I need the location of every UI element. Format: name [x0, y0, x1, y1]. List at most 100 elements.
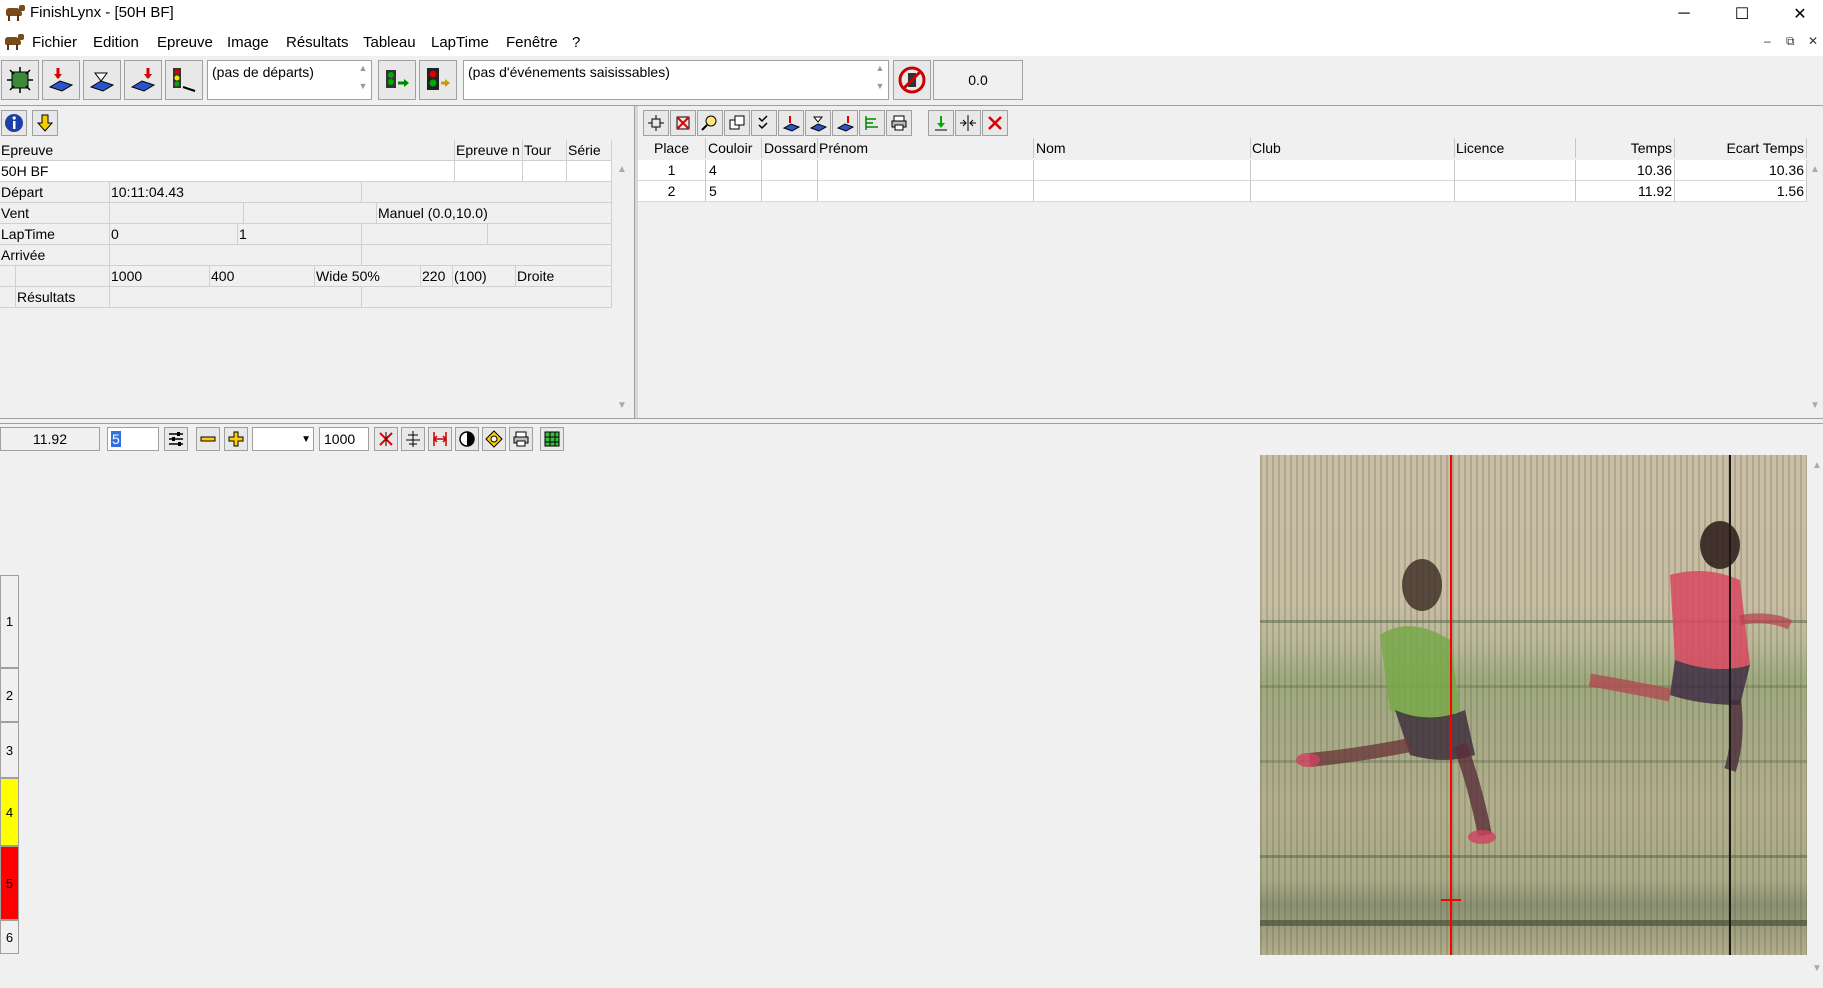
check-button[interactable]	[751, 110, 777, 136]
settings-button[interactable]	[164, 427, 188, 451]
menu-epreuve[interactable]: Epreuve	[157, 34, 213, 51]
open-event-button[interactable]	[42, 60, 80, 100]
capture-button[interactable]	[1, 60, 39, 100]
search-button[interactable]	[697, 110, 723, 136]
menu-edition[interactable]: Edition	[93, 34, 139, 51]
result-lane[interactable]: 4	[706, 160, 762, 181]
scroll-down-icon[interactable]: ▼	[1812, 963, 1822, 974]
dropdown-arrow-icon[interactable]: ▼	[301, 434, 311, 445]
scroll-down-icon[interactable]: ▼	[617, 400, 627, 411]
wind-field-1[interactable]	[110, 203, 244, 224]
send-results-button[interactable]	[778, 110, 804, 136]
menu-fichier[interactable]: Fichier	[32, 34, 77, 51]
result-time[interactable]: 11.92	[1576, 181, 1675, 202]
result-place[interactable]: 1	[638, 160, 706, 181]
mdi-minimize-button[interactable]: –	[1764, 34, 1771, 48]
scroll-up-icon[interactable]: ▲	[1812, 460, 1822, 471]
preset-dropdown[interactable]: ▼	[252, 427, 314, 451]
mdi-restore-button[interactable]: ⧉	[1786, 34, 1795, 49]
menu-help[interactable]: ?	[572, 34, 580, 51]
events-combo[interactable]: (pas d'événements saisissables) ▲ ▼	[463, 60, 889, 100]
direction-value[interactable]: Droite	[516, 266, 612, 287]
contrast-button[interactable]	[455, 427, 479, 451]
insert-button[interactable]	[928, 110, 954, 136]
align-button[interactable]	[401, 427, 425, 451]
zoom-in-button[interactable]	[224, 427, 248, 451]
results-field[interactable]	[110, 287, 362, 308]
mdi-close-button[interactable]: ✕	[1808, 34, 1818, 48]
result-first-name[interactable]	[818, 181, 1034, 202]
wind-mode[interactable]: Manuel (0.0,10.0)	[377, 203, 612, 224]
sort-button[interactable]	[859, 110, 885, 136]
event-name-field[interactable]: 50H BF	[0, 161, 455, 182]
col-dossard[interactable]: Dossard	[762, 138, 818, 158]
result-gap[interactable]: 10.36	[1675, 160, 1807, 181]
heat-field[interactable]	[567, 161, 612, 182]
arrivee-field[interactable]	[110, 245, 362, 266]
clear-button[interactable]	[982, 110, 1008, 136]
start-gun-button[interactable]	[378, 60, 416, 100]
result-time[interactable]: 10.36	[1576, 160, 1675, 181]
result-last-name[interactable]	[1034, 181, 1251, 202]
result-club[interactable]	[1251, 160, 1455, 181]
maximize-button[interactable]: ☐	[1713, 0, 1771, 28]
result-place[interactable]: 2	[638, 181, 706, 202]
lens-mode-value[interactable]: Wide 50%	[315, 266, 421, 287]
capture-width-value[interactable]: 1000	[110, 266, 210, 287]
spin-up-icon[interactable]: ▲	[874, 63, 886, 73]
grid-button[interactable]	[540, 427, 564, 451]
print-image-button[interactable]	[509, 427, 533, 451]
laptime-value-1[interactable]: 0	[110, 224, 238, 245]
document-icon[interactable]	[3, 33, 25, 51]
result-license[interactable]	[1455, 181, 1576, 202]
spin-down-icon[interactable]: ▼	[357, 81, 369, 91]
import-button[interactable]	[124, 60, 162, 100]
laptime-field-3[interactable]	[362, 224, 488, 245]
delete-mark-button[interactable]	[374, 427, 398, 451]
print-results-button[interactable]	[886, 110, 912, 136]
col-prenom[interactable]: Prénom	[818, 138, 1034, 158]
laptime-value-2[interactable]: 1	[238, 224, 362, 245]
wind-field-2[interactable]	[244, 203, 377, 224]
result-license[interactable]	[1455, 160, 1576, 181]
col-ecart-temps[interactable]: Ecart Temps	[1675, 138, 1807, 158]
density-value[interactable]: 220	[421, 266, 453, 287]
import-results-button[interactable]	[832, 110, 858, 136]
width-input[interactable]: 1000	[319, 427, 369, 451]
zoom-input[interactable]: 5	[107, 427, 159, 451]
horizontal-splitter[interactable]	[0, 418, 1823, 424]
select-tool-button[interactable]	[643, 110, 669, 136]
time-reference-line[interactable]	[1729, 455, 1731, 955]
traffic-light-button[interactable]	[419, 60, 457, 100]
menu-image[interactable]: Image	[227, 34, 269, 51]
wind-gauge-button[interactable]	[893, 60, 931, 100]
edit-event-button[interactable]	[83, 60, 121, 100]
result-first-name[interactable]	[818, 160, 1034, 181]
menu-laptime[interactable]: LapTime	[431, 34, 489, 51]
menu-fenetre[interactable]: Fenêtre	[506, 34, 558, 51]
menu-resultats[interactable]: Résultats	[286, 34, 349, 51]
round-field[interactable]	[523, 161, 567, 182]
down-arrow-button[interactable]	[32, 110, 58, 136]
density-pct-value[interactable]: (100)	[453, 266, 516, 287]
spin-down-icon[interactable]: ▼	[874, 81, 886, 91]
start-sensor-button[interactable]	[165, 60, 203, 100]
col-nom[interactable]: Nom	[1034, 138, 1251, 158]
brightness-button[interactable]	[482, 427, 506, 451]
depart-time[interactable]: 10:11:04.43	[110, 182, 362, 203]
expand-button[interactable]	[428, 427, 452, 451]
copy-button[interactable]	[724, 110, 750, 136]
result-bib[interactable]	[762, 160, 818, 181]
result-last-name[interactable]	[1034, 160, 1251, 181]
laptime-field-4[interactable]	[488, 224, 612, 245]
result-gap[interactable]: 1.56	[1675, 181, 1807, 202]
photo-finish-image[interactable]	[1260, 455, 1807, 955]
result-lane[interactable]: 5	[706, 181, 762, 202]
col-licence[interactable]: Licence	[1455, 138, 1576, 158]
scroll-down-icon[interactable]: ▼	[1810, 400, 1820, 411]
info-button[interactable]	[1, 110, 27, 136]
delete-result-button[interactable]	[670, 110, 696, 136]
starts-combo[interactable]: (pas de départs) ▲ ▼	[207, 60, 372, 100]
finish-cursor-line[interactable]	[1450, 455, 1452, 955]
minimize-button[interactable]: ─	[1655, 0, 1713, 28]
